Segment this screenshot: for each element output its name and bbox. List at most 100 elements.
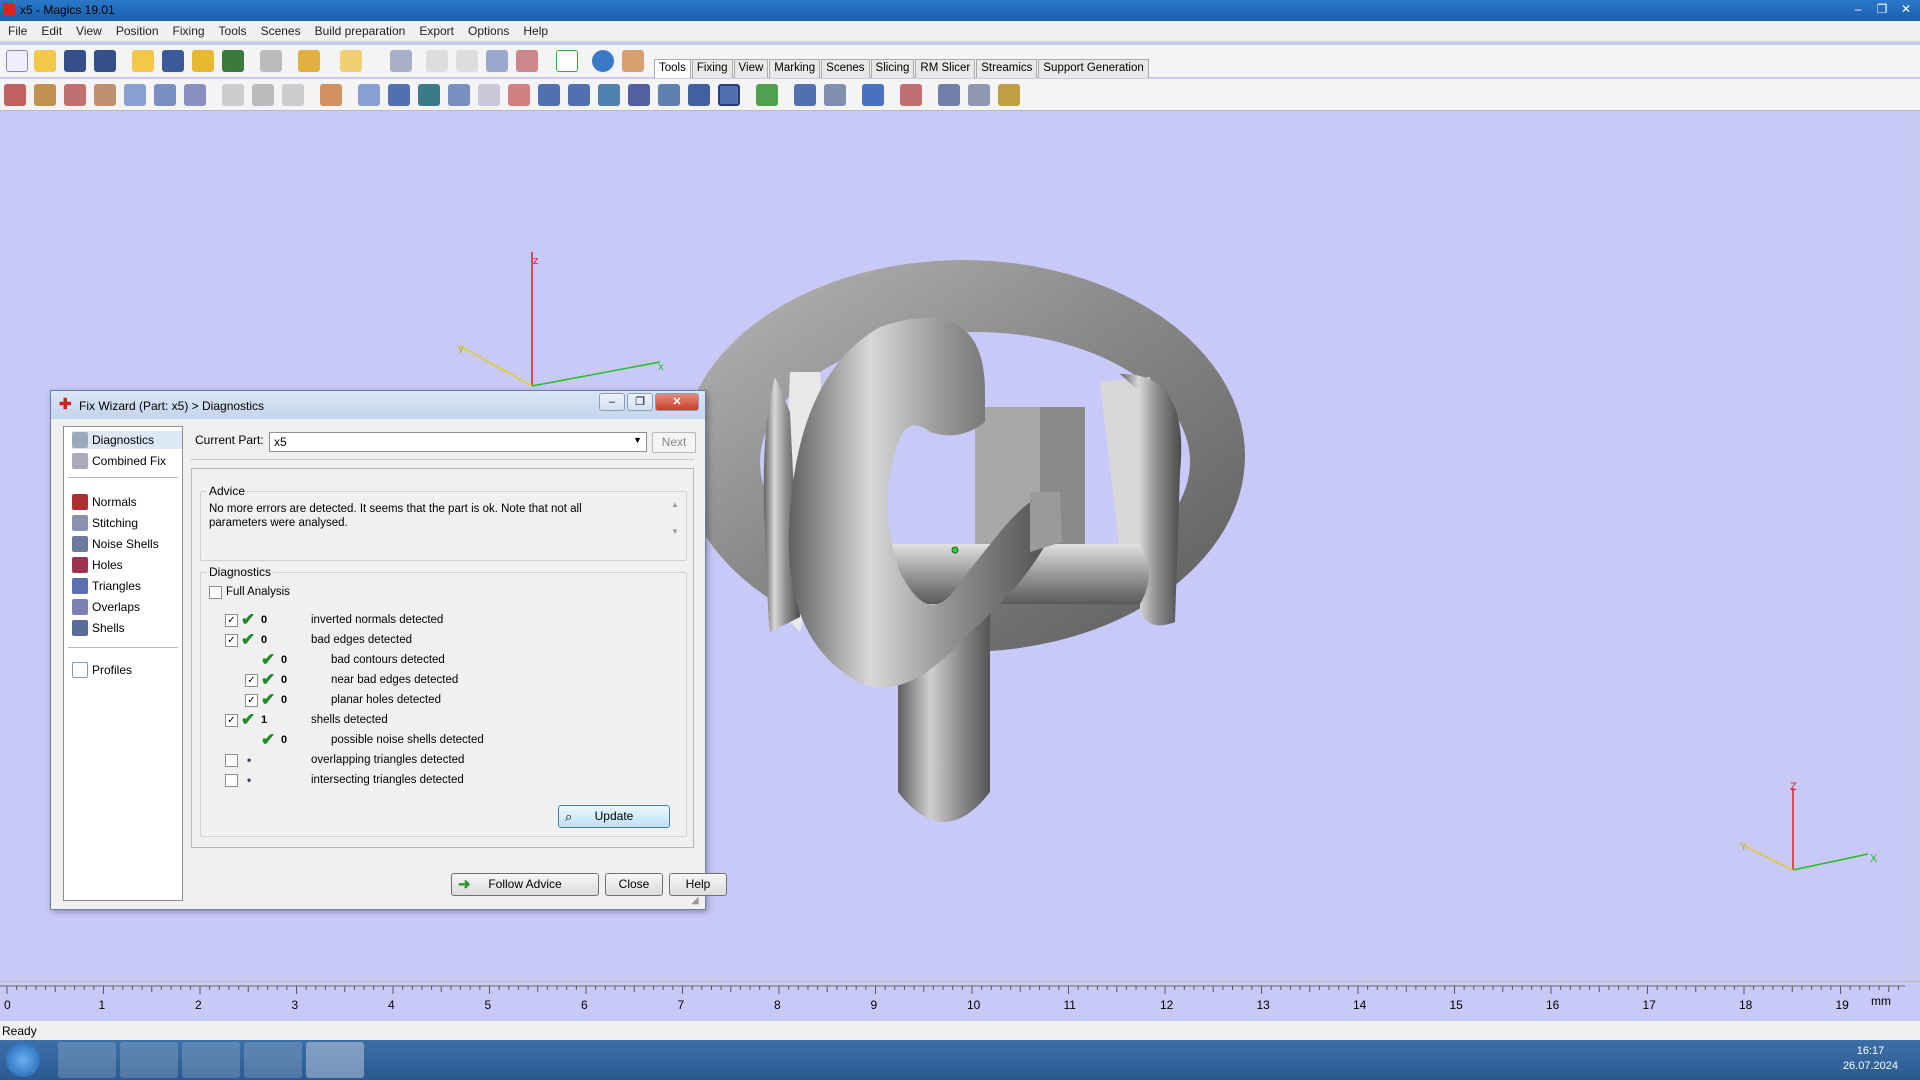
full-analysis-checkbox[interactable] <box>209 586 222 599</box>
current-part-select[interactable]: x5 ▼ <box>269 432 647 452</box>
gear-icon[interactable] <box>938 84 960 106</box>
row-checkbox[interactable]: ✓ <box>245 674 258 687</box>
hand-icon[interactable] <box>320 84 342 106</box>
open-folder-icon[interactable] <box>34 50 56 72</box>
load-scene-icon[interactable] <box>192 50 214 72</box>
cut-icon[interactable] <box>222 84 244 106</box>
tab-view[interactable]: View <box>733 59 769 78</box>
solid-icon[interactable] <box>688 84 710 106</box>
tab-support-generation[interactable]: Support Generation <box>1038 59 1149 78</box>
save-part-icon[interactable] <box>162 50 184 72</box>
shell-icon[interactable] <box>538 84 560 106</box>
menu-tools[interactable]: Tools <box>211 21 253 38</box>
scale-icon[interactable] <box>124 84 146 106</box>
menu-options[interactable]: Options <box>460 21 515 38</box>
redo-icon[interactable] <box>340 50 362 72</box>
maximize-button[interactable]: ❐ <box>1872 0 1892 18</box>
save-icon[interactable] <box>64 50 86 72</box>
advice-scrollbar[interactable]: ▲ ▼ <box>668 500 682 550</box>
update-button[interactable]: ⌕ Update <box>558 805 670 828</box>
dialog-close-button[interactable]: ✕ <box>655 393 699 411</box>
explode-icon[interactable] <box>900 84 922 106</box>
nav-item-triangles[interactable]: Triangles <box>72 577 141 595</box>
close-button[interactable]: Close <box>605 873 663 896</box>
menu-build-preparation[interactable]: Build preparation <box>307 21 412 38</box>
nav-item-combined-fix[interactable]: Combined Fix <box>72 452 166 470</box>
row-checkbox[interactable]: ✓ <box>225 714 238 727</box>
menu-scenes[interactable]: Scenes <box>253 21 307 38</box>
menu-file[interactable]: File <box>0 21 33 38</box>
part-x5-model[interactable] <box>681 260 1245 822</box>
wave-icon[interactable] <box>968 84 990 106</box>
dialog-maximize-button[interactable]: ❐ <box>627 393 653 411</box>
tab-tools[interactable]: Tools <box>654 59 691 78</box>
nav-item-stitching[interactable]: Stitching <box>72 514 138 532</box>
nav-item-holes[interactable]: Holes <box>72 556 123 574</box>
tab-streamics[interactable]: Streamics <box>976 59 1038 78</box>
minimize-button[interactable]: – <box>1848 0 1868 18</box>
import-part-icon[interactable] <box>132 50 154 72</box>
row-checkbox[interactable] <box>225 754 238 767</box>
frame-icon[interactable] <box>718 84 740 106</box>
chrome-taskbar-icon[interactable] <box>58 1042 116 1078</box>
rotate-free-icon[interactable] <box>94 84 116 106</box>
copy-icon[interactable] <box>252 84 274 106</box>
nav-item-normals[interactable]: Normals <box>72 493 137 511</box>
nav-item-diagnostics[interactable]: Diagnostics <box>72 431 182 449</box>
tab-rm-slicer[interactable]: RM Slicer <box>915 59 976 78</box>
user-icon[interactable] <box>622 50 644 72</box>
explorer-taskbar-icon[interactable] <box>120 1042 178 1078</box>
rotate-view-icon[interactable] <box>426 50 448 72</box>
translate-icon[interactable] <box>4 84 26 106</box>
resize-grip-icon[interactable]: ◢ <box>691 895 703 907</box>
align-icon[interactable] <box>756 84 778 106</box>
row-checkbox[interactable]: ✓ <box>225 614 238 627</box>
menu-export[interactable]: Export <box>411 21 460 38</box>
menu-edit[interactable]: Edit <box>33 21 68 38</box>
menu-help[interactable]: Help <box>515 21 554 38</box>
nav-item-overlaps[interactable]: Overlaps <box>72 598 140 616</box>
new-file-icon[interactable] <box>6 50 28 72</box>
offset-icon[interactable] <box>568 84 590 106</box>
duplicate-icon[interactable] <box>184 84 206 106</box>
nav-item-profiles[interactable]: Profiles <box>72 661 132 679</box>
clipboard-icon[interactable] <box>998 84 1020 106</box>
start-button[interactable] <box>6 1043 40 1077</box>
follow-advice-button[interactable]: ➜ Follow Advice <box>451 873 599 896</box>
tab-marking[interactable]: Marking <box>769 59 821 78</box>
menu-position[interactable]: Position <box>108 21 165 38</box>
undo-icon[interactable] <box>298 50 320 72</box>
row-checkbox[interactable]: ✓ <box>225 634 238 647</box>
boolean-icon[interactable] <box>508 84 530 106</box>
pen-icon[interactable] <box>448 84 470 106</box>
extrude-icon[interactable] <box>598 84 620 106</box>
nav-item-noise-shells[interactable]: Noise Shells <box>72 535 159 553</box>
dialog-minimize-button[interactable]: – <box>599 393 625 411</box>
measure-icon[interactable] <box>794 84 816 106</box>
menu-fixing[interactable]: Fixing <box>165 21 211 38</box>
system-clock[interactable]: 16:17 26.07.2024 <box>1843 1044 1898 1074</box>
zoom-icon[interactable] <box>486 50 508 72</box>
select-icon[interactable] <box>390 50 412 72</box>
section-icon[interactable] <box>628 84 650 106</box>
rotate-icon[interactable] <box>64 84 86 106</box>
tab-scenes[interactable]: Scenes <box>821 59 870 78</box>
surface-icon[interactable] <box>658 84 680 106</box>
tab-slicing[interactable]: Slicing <box>870 59 915 78</box>
tab-fixing[interactable]: Fixing <box>691 59 733 78</box>
help-icon[interactable] <box>592 50 614 72</box>
help-button[interactable]: Help <box>669 873 727 896</box>
checklist-icon[interactable] <box>556 50 578 72</box>
pan-view-icon[interactable] <box>456 50 478 72</box>
save-as-icon[interactable] <box>94 50 116 72</box>
package-icon[interactable] <box>862 84 884 106</box>
v8-taskbar-icon[interactable] <box>244 1042 302 1078</box>
menu-view[interactable]: View <box>68 21 108 38</box>
close-window-button[interactable]: ✕ <box>1896 0 1916 18</box>
move-icon[interactable] <box>34 84 56 106</box>
paint-taskbar-icon[interactable] <box>182 1042 240 1078</box>
box-icon[interactable] <box>388 84 410 106</box>
unload-part-icon[interactable] <box>222 50 244 72</box>
hollow-icon[interactable] <box>478 84 500 106</box>
paste-icon[interactable] <box>282 84 304 106</box>
